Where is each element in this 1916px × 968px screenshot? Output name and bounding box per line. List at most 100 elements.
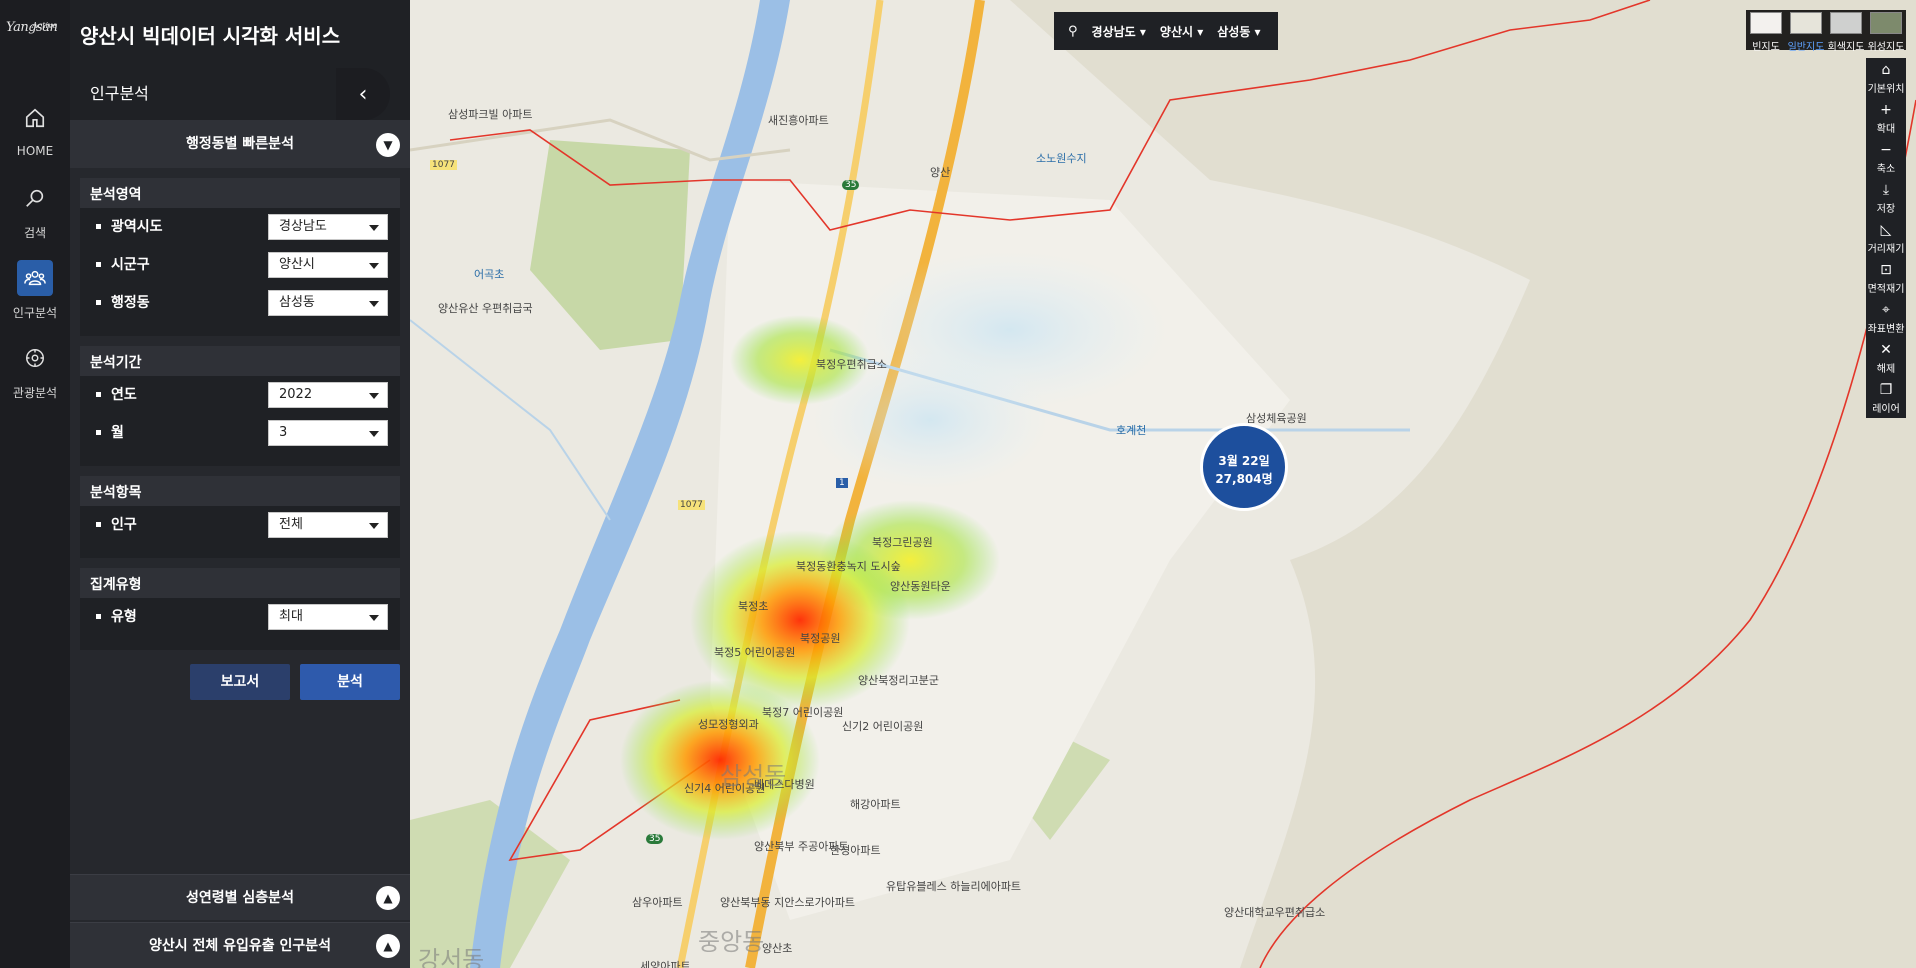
province-select[interactable]: 경상남도 [268,214,388,240]
tool-label: 해제 [1876,364,1896,375]
base-layer-switch: 빈지도 일반지도 회색지도 위성지도 [1746,10,1906,53]
caret-down-icon [369,523,379,529]
layer-gray-map[interactable]: 회색지도 [1826,10,1866,53]
chevron-left-icon: ‹ [358,81,368,107]
tool-label: 기본위치 [1867,84,1905,95]
close-icon: ✕ [1880,342,1892,358]
collapse-panel-button[interactable]: ‹ [336,68,390,120]
year-select[interactable]: 2022 [268,382,388,408]
quick-analysis-header[interactable]: 행정동별 빠른분석 ▼ [70,120,410,168]
logo[interactable]: Active Yangsan [0,0,70,70]
caret-down-icon [369,263,379,269]
layer-label: 일반지도 [1787,42,1825,53]
tool-clear[interactable]: ✕ 해제 [1866,338,1906,378]
chevron-down-icon[interactable]: ▼ [376,133,400,157]
bullet [96,299,101,305]
ruler-icon: ◺ [1880,222,1892,238]
bullet [96,613,101,619]
tool-home[interactable]: ⌂ 기본위치 [1866,58,1906,98]
field-label: 행정동 [111,295,150,311]
accordion-title: 양산시 전체 유입유출 인구분석 [148,938,332,954]
tool-label: 레이어 [1872,404,1900,415]
field-label: 월 [111,425,124,441]
field-year: 연도 2022 [80,376,400,414]
bullet [96,261,101,267]
coordinate-icon: ⌖ [1882,302,1890,318]
tool-layers[interactable]: ❐ 레이어 [1866,378,1906,418]
nav-item-population-label: 인구분석 [12,306,58,320]
field-month: 월 3 [80,414,400,452]
map-label: 새진흥아파트 [768,114,829,127]
tool-label: 확대 [1876,124,1896,135]
field-province: 광역시도 경상남도 [80,208,400,246]
quick-analysis-title: 행정동별 빠른분석 [186,136,294,152]
accordion-title: 성연령별 심층분석 [186,890,294,906]
nav-item-search[interactable]: 검색 [0,180,70,250]
chevron-up-icon[interactable]: ▲ [376,934,400,958]
map-view[interactable]: 삼성파크빌 아파트 새진흥아파트 양산 소노원수지 어곡초 양산유산 우편취급국… [410,0,1916,968]
region-dong-dropdown[interactable]: 삼성동 ▾ [1217,23,1260,40]
field-label: 연도 [111,387,137,403]
layer-blank-map[interactable]: 빈지도 [1746,10,1786,53]
accordion-age-gender[interactable]: 성연령별 심층분석 ▲ [70,874,410,920]
map-label: 양산대학교우편취급소 [1224,906,1326,919]
region-province-dropdown[interactable]: 경상남도 ▾ [1092,23,1146,40]
region-province-label: 경상남도 [1091,24,1136,39]
map-label: 세양아파트 [640,960,691,968]
accordion-inflow-outflow[interactable]: 양산시 전체 유입유출 인구분석 ▲ [70,922,410,968]
region-city-dropdown[interactable]: 양산시 ▾ [1160,23,1203,40]
map-label: 양산 [930,166,951,179]
select-value: 3 [279,425,288,440]
layer-thumbnail [1750,12,1782,34]
dong-select[interactable]: 삼성동 [268,290,388,316]
tool-save[interactable]: ⤓ 저장 [1866,178,1906,218]
month-select[interactable]: 3 [268,420,388,446]
map-label: 유탑유블레스 하늘리에아파트 [886,880,1022,893]
map-label: 북정7 어린이공원 [762,706,844,719]
map-label: 양산유산 우편취급국 [438,302,533,315]
nav-item-tourism[interactable]: 관광분석 [0,340,70,410]
tool-measure-area[interactable]: ⊡ 면적재기 [1866,258,1906,298]
layers-icon: ❐ [1879,382,1893,398]
layer-general-map[interactable]: 일반지도 [1786,10,1826,53]
layer-thumbnail [1790,12,1822,34]
map-label: 북정공원 [800,632,841,645]
population-cluster-marker[interactable]: 3월 22일 27,804명 [1200,423,1288,511]
report-button[interactable]: 보고서 [190,664,290,700]
section-period: 분석기간 연도 2022 월 3 [80,346,400,466]
map-label: 북정초 [738,600,769,613]
search-icon [17,180,53,216]
analyze-button[interactable]: 분석 [300,664,400,700]
population-select[interactable]: 전체 [268,512,388,538]
nav-item-population[interactable]: 인구분석 [0,260,70,330]
tool-coordinate[interactable]: ⌖ 좌표변환 [1866,298,1906,338]
map-label: 양산초 [762,942,793,955]
layer-satellite-map[interactable]: 위성지도 [1866,10,1906,53]
nav-item-home[interactable]: HOME [0,100,70,170]
field-label: 유형 [111,609,137,625]
field-population: 인구 전체 [80,506,400,544]
chevron-up-icon[interactable]: ▲ [376,886,400,910]
map-label: 소노원수지 [1036,152,1087,165]
caret-down-icon [369,225,379,231]
map-label: 호계천 [1116,424,1147,437]
tool-measure-distance[interactable]: ◺ 거리재기 [1866,218,1906,258]
download-icon: ⤓ [1882,182,1890,198]
map-label: 양산북정리고분군 [858,674,939,687]
tool-label: 면적재기 [1867,284,1905,295]
tool-label: 축소 [1876,164,1896,175]
map-label: 양산동원타운 [890,580,951,593]
field-label: 시군구 [111,257,150,273]
map-label: 어곡초 [474,268,505,281]
field-dong: 행정동 삼성동 [80,284,400,322]
city-select[interactable]: 양산시 [268,252,388,278]
map-label: 삼우아파트 [632,896,683,909]
tool-zoom-out[interactable]: − 축소 [1866,138,1906,178]
tool-zoom-in[interactable]: + 확대 [1866,98,1906,138]
section-title: 집계유형 [80,568,400,598]
tool-label: 저장 [1876,204,1896,215]
map-label: 북정동환충녹지 도시숲 [796,560,901,573]
map-canvas [410,0,1916,968]
nav-item-home-label: HOME [16,144,54,158]
type-select[interactable]: 최대 [268,604,388,630]
